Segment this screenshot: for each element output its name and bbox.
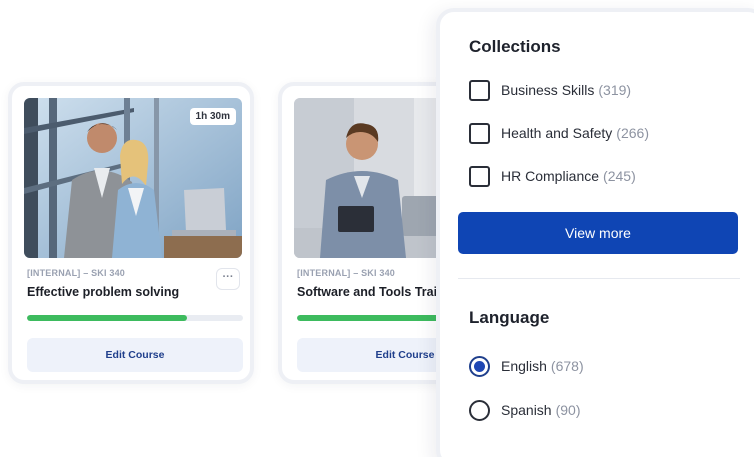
option-label: Business Skills <box>501 82 595 98</box>
divider <box>458 278 740 279</box>
course-title[interactable]: Effective problem solving <box>27 285 179 299</box>
course-thumbnail[interactable]: 1h 30m <box>24 98 242 258</box>
collection-option-health-and-safety[interactable]: Health and Safety (266) <box>469 121 649 145</box>
language-heading: Language <box>469 308 550 327</box>
filter-panel: Collections Business Skills (319) Health… <box>436 8 754 457</box>
course-progress-fill <box>297 315 453 321</box>
radio-button-selected[interactable] <box>469 355 490 377</box>
more-options-button[interactable]: ··· <box>216 268 240 290</box>
edit-course-button[interactable]: Edit Course <box>27 338 243 372</box>
option-count: (678) <box>550 358 584 374</box>
option-label: Spanish <box>501 402 552 418</box>
language-option-english[interactable]: English (678) <box>469 354 584 378</box>
option-count: (90) <box>555 402 581 418</box>
radio-button[interactable] <box>469 399 490 421</box>
option-label: Health and Safety <box>501 125 613 141</box>
course-progress-fill <box>27 315 187 321</box>
collections-heading: Collections <box>469 37 561 56</box>
language-option-spanish[interactable]: Spanish (90) <box>469 398 581 422</box>
course-code: [INTERNAL] – SKI 340 <box>297 268 396 278</box>
course-code: [INTERNAL] – SKI 340 <box>27 268 126 278</box>
checkbox[interactable] <box>469 165 490 187</box>
checkbox[interactable] <box>469 79 490 101</box>
course-progress-bar <box>27 315 243 321</box>
option-count: (319) <box>598 82 632 98</box>
collection-option-hr-compliance[interactable]: HR Compliance (245) <box>469 164 636 188</box>
option-label: English <box>501 358 547 374</box>
option-label: HR Compliance <box>501 168 600 184</box>
radio-dot <box>474 360 485 372</box>
collection-option-business-skills[interactable]: Business Skills (319) <box>469 78 631 102</box>
checkbox[interactable] <box>469 122 490 144</box>
duration-badge: 1h 30m <box>189 108 236 125</box>
course-card[interactable]: 1h 30m [INTERNAL] – SKI 340 Effective pr… <box>8 82 254 384</box>
option-count: (245) <box>603 168 636 184</box>
option-count: (266) <box>616 125 649 141</box>
view-more-button[interactable]: View more <box>458 212 738 254</box>
